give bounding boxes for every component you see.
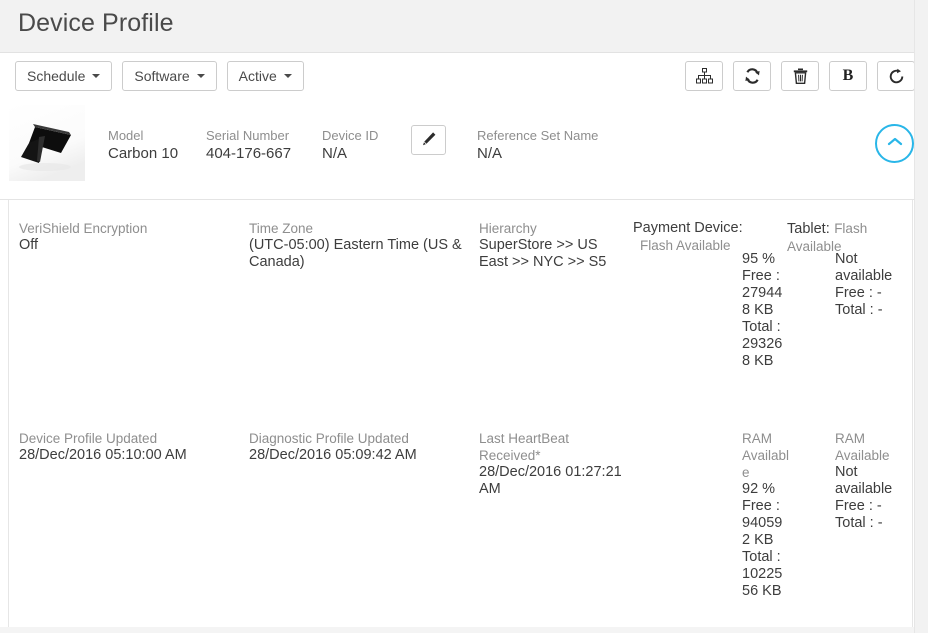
ram-secondary-value: Not available Free : - Total : - [835, 464, 893, 531]
refresh-button[interactable] [877, 61, 915, 91]
collapse-panel-button[interactable] [875, 124, 914, 163]
summary-field-model: Model Carbon 10 [108, 128, 178, 164]
schedule-dropdown-label: Schedule [27, 68, 86, 84]
model-value: Carbon 10 [108, 145, 179, 162]
toolbar-dropdown-group: Schedule Software Active [15, 61, 304, 91]
device-id-value: N/A [322, 145, 348, 162]
flash-secondary-value: Not available Free : - Total : - [835, 251, 893, 318]
software-dropdown-label: Software [134, 68, 190, 84]
time-zone-label: Time Zone [249, 221, 314, 236]
flash-primary-value: 95 % Free : 279448 KB Total : 293268 KB [742, 251, 783, 369]
summary-field-reference-set-name: Reference Set Name N/A [477, 128, 598, 164]
sync-button[interactable] [733, 61, 771, 91]
hierarchy-value: SuperStore >> US East >> NYC >> S5 [479, 237, 607, 270]
detail-time-zone: Time Zone (UTC-05:00) Eastern Time (US &… [249, 220, 474, 271]
reference-set-name-value: N/A [477, 145, 503, 162]
toolbar: Schedule Software Active B [0, 53, 928, 101]
chevron-up-icon [886, 136, 904, 151]
chevron-down-icon [92, 74, 101, 78]
device-profile-updated-label: Device Profile Updated [19, 431, 158, 446]
delete-button[interactable] [781, 61, 819, 91]
device-profile-updated-value: 28/Dec/2016 05:10:00 AM [19, 447, 187, 463]
chevron-down-icon [283, 74, 292, 78]
detail-device-profile-updated: Device Profile Updated 28/Dec/2016 05:10… [19, 430, 244, 464]
active-dropdown[interactable]: Active [226, 61, 304, 91]
detail-hierarchy: Hierarchy SuperStore >> US East >> NYC >… [479, 220, 629, 271]
payment-device-label: Payment Device: [633, 220, 743, 236]
pencil-icon [421, 131, 437, 150]
detail-verishield-encryption: VeriShield Encryption Off [19, 220, 244, 254]
edit-device-button[interactable] [411, 125, 446, 155]
active-dropdown-label: Active [238, 68, 277, 84]
time-zone-value: (UTC-05:00) Eastern Time (US & Canada) [249, 237, 462, 270]
tablet-label: Tablet: [787, 221, 830, 237]
device-image [9, 105, 85, 181]
hierarchy-icon [695, 68, 713, 84]
detail-payment-device: Payment Device: Flash Available [633, 220, 793, 254]
reference-set-name-label: Reference Set Name [477, 128, 599, 143]
page-header: Device Profile [0, 0, 928, 53]
detail-last-heartbeat: Last HeartBeat Received* 28/Dec/2016 01:… [479, 430, 629, 498]
software-dropdown[interactable]: Software [122, 61, 217, 91]
device-summary: Model Carbon 10 Serial Number 404-176-66… [0, 101, 928, 200]
ram-primary-value: 92 % Free : 940592 KB Total : 1022556 KB [742, 481, 783, 599]
device-profile-page: Device Profile Schedule Software Active [0, 0, 928, 633]
verishield-encryption-label: VeriShield Encryption [19, 221, 148, 236]
detail-ram-secondary: RAM Available Not available Free : - Tot… [835, 430, 905, 532]
serial-number-label: Serial Number [206, 128, 290, 143]
detail-ram-primary: RAM Available 92 % Free : 940592 KB Tota… [742, 430, 790, 600]
chevron-down-icon [196, 74, 205, 78]
page-scrollbar-gutter[interactable] [914, 0, 928, 633]
bold-button[interactable]: B [829, 61, 867, 91]
bold-b-icon: B [842, 67, 854, 84]
ram-primary-label: RAM Available [742, 431, 790, 480]
diagnostic-profile-updated-label: Diagnostic Profile Updated [249, 431, 409, 446]
hierarchy-button[interactable] [685, 61, 723, 91]
sync-icon [744, 68, 761, 84]
page-title: Device Profile [18, 9, 174, 37]
last-heartbeat-label: Last HeartBeat Received* [479, 431, 570, 463]
schedule-dropdown[interactable]: Schedule [15, 61, 113, 91]
hierarchy-label: Hierarchy [479, 221, 537, 236]
device-details-panel: VeriShield Encryption Off Time Zone (UTC… [8, 200, 913, 633]
device-id-label: Device ID [322, 128, 379, 143]
detail-flash-secondary: Not available Free : - Total : - [835, 251, 905, 319]
refresh-icon [888, 68, 905, 85]
page-bottom-edge [0, 627, 914, 633]
summary-field-serial-number: Serial Number 404-176-667 [206, 128, 291, 164]
trash-icon [793, 68, 808, 84]
detail-flash-primary: 95 % Free : 279448 KB Total : 293268 KB [742, 251, 787, 370]
summary-field-device-id: Device ID N/A [322, 128, 378, 164]
verishield-encryption-value: Off [19, 237, 39, 253]
ram-secondary-label: RAM Available [835, 431, 890, 463]
model-label: Model [108, 128, 144, 143]
serial-number-value: 404-176-667 [206, 145, 292, 162]
detail-diagnostic-profile-updated: Diagnostic Profile Updated 28/Dec/2016 0… [249, 430, 474, 464]
last-heartbeat-value: 28/Dec/2016 01:27:21 AM [479, 464, 622, 497]
toolbar-action-group: B [685, 61, 915, 91]
diagnostic-profile-updated-value: 28/Dec/2016 05:09:42 AM [249, 447, 417, 463]
